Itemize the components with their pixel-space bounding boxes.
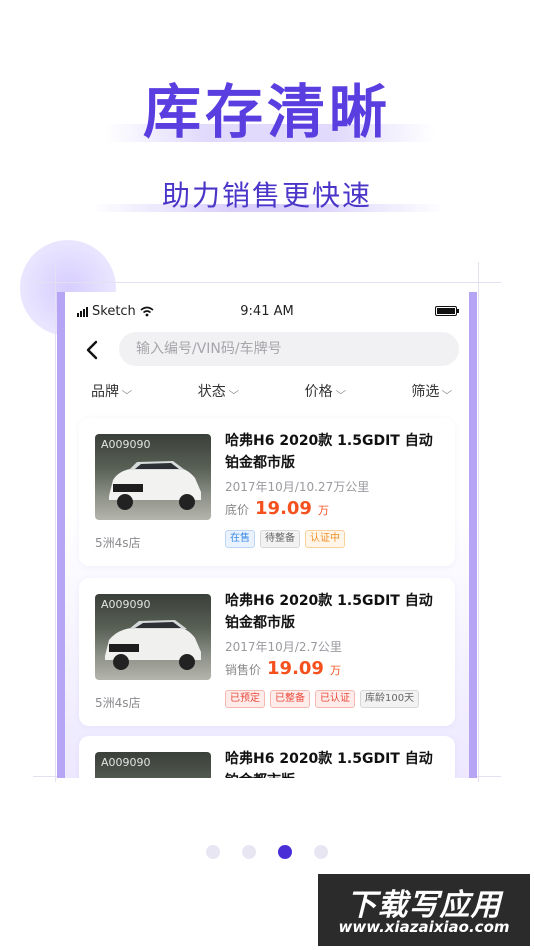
status-tags: 在售 待整备 认证中 <box>225 530 345 548</box>
car-meta: 2017年10月/2.7公里 <box>225 640 342 654</box>
hero-title: 库存清晰 <box>142 78 391 146</box>
price-label: 底价 <box>225 503 250 517</box>
status-badge: 认证中 <box>305 530 345 548</box>
phone-mockup: Sketch 9:41 AM 输入编号/VIN码/车牌号 品牌 ⌵ 状态 ⌵ 价格 ⌵… <box>57 292 477 778</box>
chevron-down-icon: ⌵ <box>228 385 239 397</box>
price-value: 19.09 <box>255 498 312 519</box>
frame-line-top <box>33 282 501 283</box>
car-title: 哈弗H6 2020款 1.5GDIT 自动铂金都市版 <box>225 751 433 778</box>
search-input[interactable]: 输入编号/VIN码/车牌号 <box>119 332 459 366</box>
car-meta: 2017年10月/10.27万公里 <box>225 480 370 494</box>
filter-brand[interactable]: 品牌 ⌵ <box>91 378 133 404</box>
car-plate-number: A009090 <box>101 756 151 769</box>
chevron-down-icon: ⌵ <box>121 385 133 397</box>
filter-more[interactable]: 筛选 ⌵ <box>411 378 453 404</box>
status-badge: 库龄100天 <box>360 690 420 708</box>
watermark-line2: www.xiazaixiao.com <box>338 918 510 936</box>
status-tags: 已预定 已整备 已认证 库龄100天 <box>225 690 420 708</box>
store-name: 5洲4s店 <box>95 696 141 710</box>
price-unit: 万 <box>317 504 329 517</box>
car-photo: A009090 <box>95 594 211 680</box>
car-title: 哈弗H6 2020款 1.5GDIT 自动铂金都市版 <box>225 593 433 631</box>
status-badge: 已整备 <box>270 690 310 708</box>
car-card[interactable]: A009090 5洲4s店 哈弗H6 2020款 1.5GDIT 自动铂金都市版… <box>79 418 455 566</box>
status-time: 9:41 AM <box>240 304 294 319</box>
page-dot-3-active[interactable] <box>278 845 292 859</box>
car-card[interactable]: A009090 哈弗H6 2020款 1.5GDIT 自动铂金都市版 <box>79 736 455 778</box>
status-badge: 在售 <box>225 530 255 548</box>
price-row: 销售价 19.09 万 <box>225 658 341 679</box>
car-photo: A009090 <box>95 752 211 778</box>
store-name: 5洲4s店 <box>95 536 141 550</box>
search-nav: 输入编号/VIN码/车牌号 <box>65 332 469 368</box>
status-badge: 待整备 <box>260 530 300 548</box>
price-label: 销售价 <box>225 663 262 677</box>
car-plate-number: A009090 <box>101 438 151 451</box>
frame-line-left <box>55 262 56 782</box>
status-badge: 已认证 <box>315 690 355 708</box>
car-card[interactable]: A009090 5洲4s店 哈弗H6 2020款 1.5GDIT 自动铂金都市版… <box>79 578 455 726</box>
frame-line-right <box>478 262 479 782</box>
page-dot-4[interactable] <box>314 845 328 859</box>
filter-price[interactable]: 价格 ⌵ <box>305 378 346 404</box>
battery-icon <box>435 306 459 316</box>
status-badge: 已预定 <box>225 690 265 708</box>
chevron-down-icon: ⌵ <box>335 385 346 397</box>
pagination-dots <box>0 845 534 859</box>
chevron-down-icon: ⌵ <box>441 385 453 397</box>
page-dot-1[interactable] <box>206 845 220 859</box>
page-dot-2[interactable] <box>242 845 256 859</box>
watermark-logo: 下载写应用 www.xiazaixiao.com <box>318 874 530 946</box>
chevron-left-icon[interactable] <box>81 336 107 364</box>
filter-bar: 品牌 ⌵ 状态 ⌵ 价格 ⌵ 筛选 ⌵ <box>65 378 469 404</box>
car-plate-number: A009090 <box>101 598 151 611</box>
price-row: 底价 19.09 万 <box>225 498 329 519</box>
hero-title-block: 库存清晰 <box>0 72 534 152</box>
car-photo: A009090 <box>95 434 211 520</box>
price-value: 19.09 <box>267 658 324 679</box>
price-unit: 万 <box>329 664 341 677</box>
hero-subtitle: 助力销售更快速 <box>161 179 372 212</box>
status-bar: Sketch 9:41 AM <box>65 302 469 324</box>
filter-status[interactable]: 状态 ⌵ <box>198 378 239 404</box>
hero-subtitle-block: 助力销售更快速 <box>0 176 534 216</box>
car-title: 哈弗H6 2020款 1.5GDIT 自动铂金都市版 <box>225 433 433 471</box>
